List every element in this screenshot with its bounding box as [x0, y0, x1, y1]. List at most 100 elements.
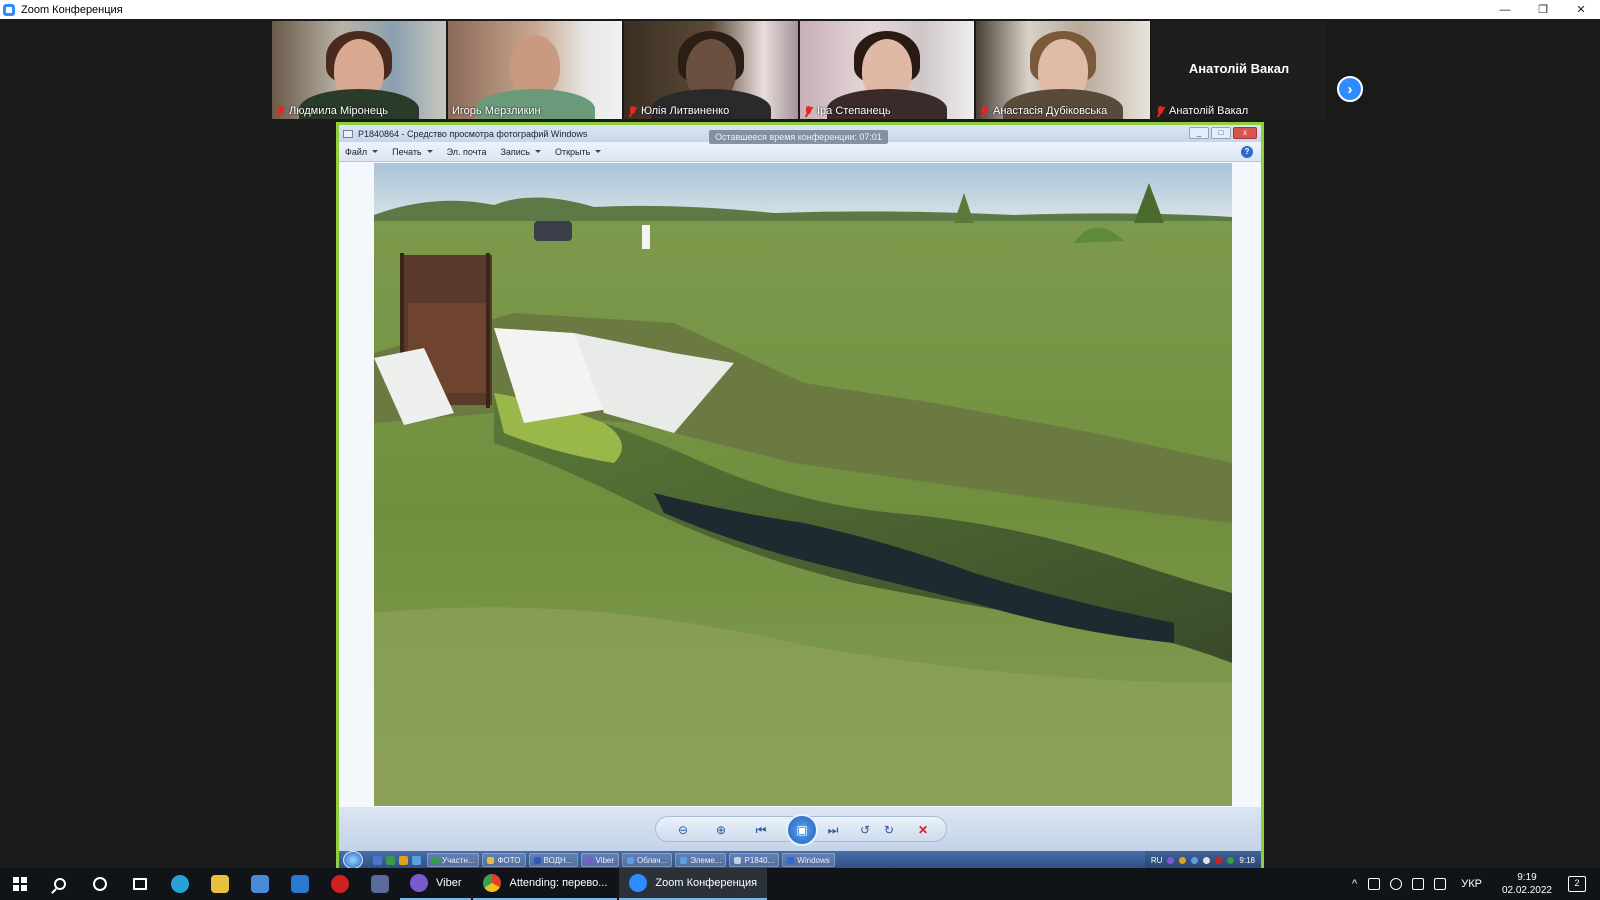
chrome-icon: [432, 856, 439, 864]
participant-tile[interactable]: Іра Степанець: [800, 21, 974, 119]
menu-print[interactable]: Печать: [392, 147, 433, 157]
mic-muted-icon: [628, 105, 637, 117]
minimize-button[interactable]: —: [1486, 0, 1524, 19]
menu-email[interactable]: Эл. почта: [447, 147, 487, 157]
xp-task-item[interactable]: Элеме...: [675, 853, 727, 867]
zoom-title-bar: Zoom Конференция — ❐ ✕: [0, 0, 1600, 19]
explorer-button[interactable]: [200, 868, 240, 900]
pv-close-button[interactable]: x: [1233, 127, 1257, 139]
close-button[interactable]: ✕: [1562, 0, 1600, 19]
rotate-left-icon[interactable]: ↺: [856, 821, 874, 839]
xp-task-item[interactable]: Viber: [580, 853, 620, 867]
xp-task-item[interactable]: Windows: [782, 853, 835, 867]
gallery-next-page-button[interactable]: ›: [1337, 76, 1363, 102]
taskbar-app-chrome[interactable]: Attending: перево...: [473, 868, 618, 900]
volume-tray-icon[interactable]: [1203, 856, 1211, 864]
edge-icon: [171, 875, 189, 893]
start-button[interactable]: [0, 868, 40, 900]
mic-muted-icon: [980, 105, 989, 117]
folder-icon: [487, 856, 495, 864]
participant-name: Анастасія Дубіковська: [993, 105, 1108, 117]
zoom-icon: [629, 874, 648, 892]
folder-icon: [211, 875, 229, 893]
warning-tray-icon[interactable]: [1179, 856, 1187, 864]
mic-muted-icon: [804, 105, 813, 117]
participant-name: Людмила Міронець: [289, 105, 389, 117]
help-icon[interactable]: ?: [1241, 146, 1253, 158]
restore-button[interactable]: ❐: [1524, 0, 1562, 19]
volume-icon[interactable]: [1434, 878, 1447, 890]
clock-time: 9:19: [1517, 872, 1537, 883]
menu-file[interactable]: Файл: [345, 147, 379, 157]
participant-tile[interactable]: Юлія Литвиненко: [624, 21, 798, 119]
xp-task-item[interactable]: ФОТО: [482, 853, 526, 867]
participant-name: Іра Степанець: [817, 105, 891, 117]
actual-size-icon[interactable]: ⊕: [712, 821, 730, 839]
shared-pc-taskbar: Участн... ФОТО ВОДН... Viber Облач... Эл…: [339, 851, 1261, 869]
xp-system-tray: RU 9:18: [1144, 851, 1261, 869]
xp-task-item[interactable]: P1840...: [729, 853, 780, 867]
participant-tile[interactable]: Людмила Міронець: [272, 21, 446, 119]
windows-logo-icon: [13, 877, 27, 891]
task-view-button[interactable]: [120, 868, 160, 900]
search-icon: [54, 878, 66, 890]
zoom-icon[interactable]: ⊖: [674, 821, 692, 839]
input-language[interactable]: УКР: [1461, 878, 1482, 890]
menu-open[interactable]: Открыть: [555, 147, 602, 157]
quicklaunch-icon[interactable]: [373, 855, 382, 865]
pv-restore-button[interactable]: □: [1211, 127, 1231, 139]
photo-viewer-icon: [343, 129, 353, 138]
pv-minimize-button[interactable]: _: [1189, 127, 1209, 139]
meet-now-icon[interactable]: [1368, 878, 1381, 890]
delete-icon[interactable]: ✕: [914, 821, 932, 839]
slideshow-icon[interactable]: ▣: [786, 814, 818, 846]
calculator-button[interactable]: [360, 868, 400, 900]
meeting-area: Людмила Міронець Игорь Мерзликин Юлія Ли…: [0, 19, 1600, 869]
store-button[interactable]: [240, 868, 280, 900]
playback-control-bar: ⊖ ⊕ ⏮ ▣ ⏭ ↺ ↻ ✕: [655, 814, 947, 846]
chevron-up-icon[interactable]: ^: [1352, 878, 1357, 890]
chevron-right-icon: ›: [1347, 80, 1353, 98]
caret-down-icon: [595, 150, 602, 153]
taskbar-app-viber[interactable]: Viber: [400, 868, 472, 900]
xp-task-item[interactable]: ВОДН...: [528, 853, 578, 867]
photo-viewer-controls: ⊖ ⊕ ⏮ ▣ ⏭ ↺ ↻ ✕: [339, 807, 1261, 851]
participant-name: Юлія Литвиненко: [641, 105, 730, 117]
quicklaunch-icon[interactable]: [399, 855, 408, 865]
edge-button[interactable]: [160, 868, 200, 900]
previous-icon[interactable]: ⏮: [752, 821, 770, 839]
xp-clock: 9:18: [1239, 855, 1255, 865]
clock[interactable]: 9:19 02.02.2022: [1502, 871, 1552, 897]
word-icon: [533, 856, 541, 864]
taskbar-app-zoom[interactable]: Zoom Конференция: [619, 868, 768, 900]
notification-center-icon[interactable]: 2: [1568, 876, 1586, 892]
xp-task-item[interactable]: Участн...: [427, 853, 480, 867]
window-title: Zoom Конференция: [21, 3, 123, 16]
network-tray-icon[interactable]: [1191, 856, 1199, 864]
viber-icon: [410, 874, 428, 892]
participant-tile-active-speaker[interactable]: Игорь Мерзликин: [448, 21, 622, 119]
photo-viewer-menu-bar: Файл Печать Эл. почта Запись Открыть ?: [339, 142, 1261, 162]
next-icon[interactable]: ⏭: [824, 821, 842, 839]
cortana-button[interactable]: [80, 868, 120, 900]
quicklaunch-icon[interactable]: [386, 855, 395, 865]
microphone-icon[interactable]: [1390, 878, 1403, 890]
participant-gallery: Людмила Міронець Игорь Мерзликин Юлія Ли…: [272, 21, 1326, 119]
xp-task-item[interactable]: Облач...: [622, 853, 673, 867]
mail-button[interactable]: [280, 868, 320, 900]
menu-burn[interactable]: Запись: [500, 147, 541, 157]
search-button[interactable]: [40, 868, 80, 900]
viber-tray-icon[interactable]: [1167, 856, 1175, 864]
shared-screen: P1840864 - Средство просмотра фотографий…: [336, 122, 1264, 869]
participant-tile-video-off[interactable]: Анатолій Вакал Анатолій Вакал: [1152, 21, 1326, 119]
rotate-right-icon[interactable]: ↻: [880, 821, 898, 839]
quicklaunch-icon[interactable]: [412, 855, 421, 865]
tray-icon[interactable]: [1227, 856, 1235, 864]
participant-tile[interactable]: Анастасія Дубіковська: [976, 21, 1150, 119]
xp-language[interactable]: RU: [1151, 856, 1163, 865]
antivirus-tray-icon[interactable]: [1215, 856, 1223, 864]
start-orb-icon[interactable]: [343, 851, 363, 869]
network-icon[interactable]: [1412, 878, 1425, 890]
opera-button[interactable]: [320, 868, 360, 900]
photo-stage: [339, 162, 1261, 807]
